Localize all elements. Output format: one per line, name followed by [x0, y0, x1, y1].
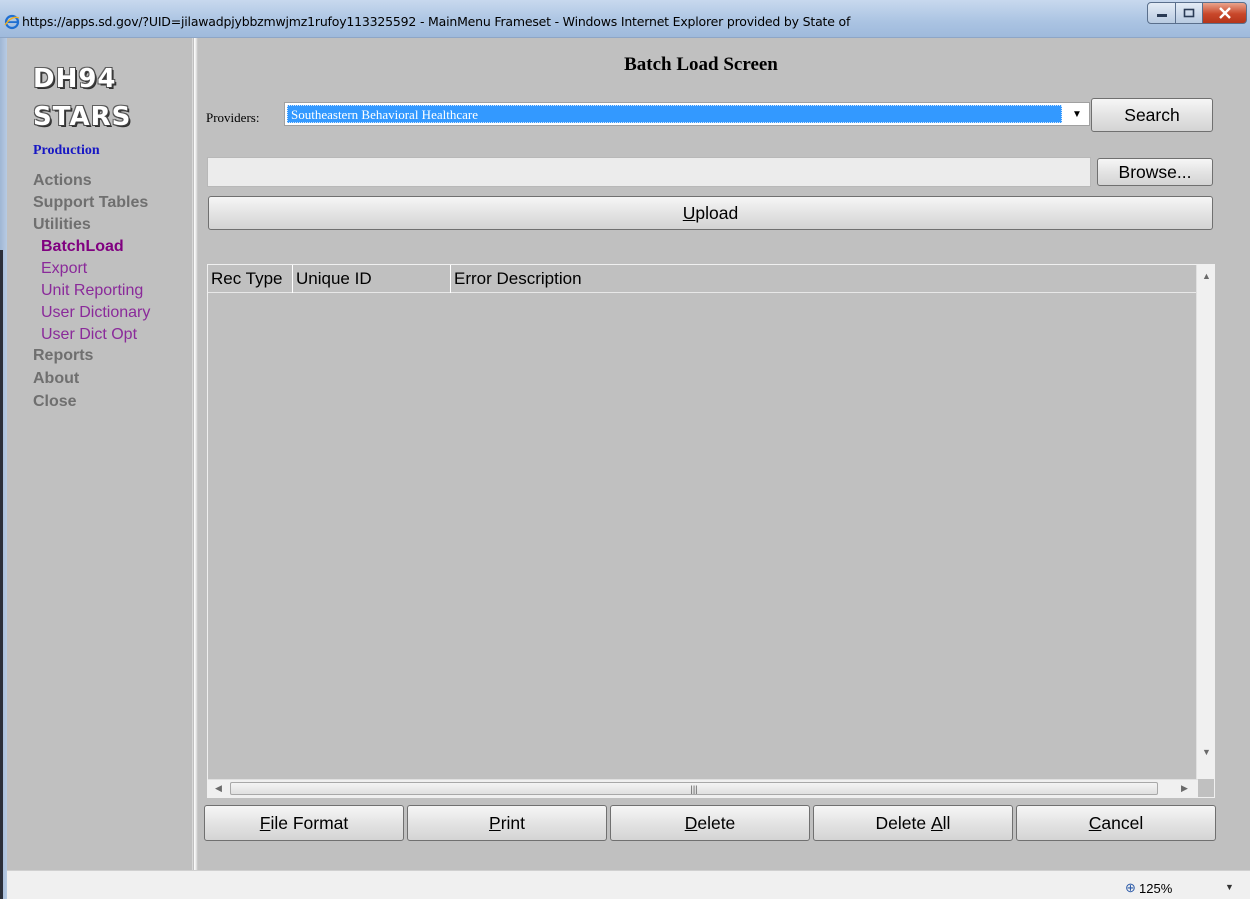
sidebar-item-utilities[interactable]: Utilities	[33, 216, 91, 234]
file-format-label: ile Format	[270, 812, 349, 833]
providers-label: Providers:	[206, 110, 260, 125]
delete-all-button[interactable]: Delete All	[813, 805, 1013, 841]
providers-dropdown[interactable]: Southeastern Behavioral Healthcare ▼	[284, 102, 1090, 126]
delete-all-mnemonic: A	[930, 812, 943, 833]
scroll-up-icon[interactable]: ▲	[1202, 271, 1211, 281]
print-mnemonic: P	[489, 812, 501, 833]
sidebar-item-user-dict-opt[interactable]: User Dict Opt	[41, 326, 137, 344]
chevron-down-icon[interactable]: ▼	[1069, 103, 1085, 125]
close-icon	[1218, 7, 1231, 19]
file-format-button[interactable]: File Format	[204, 805, 404, 841]
browser-window: https://apps.sd.gov/?UID=jilawadpjybbzmw…	[0, 0, 1250, 899]
sidebar-item-unit-reporting[interactable]: Unit Reporting	[41, 282, 143, 300]
upload-label: pload	[695, 202, 739, 223]
sidebar-item-reports[interactable]: Reports	[33, 347, 93, 365]
providers-selected-value: Southeastern Behavioral Healthcare	[287, 105, 1062, 123]
sidebar-item-user-dictionary[interactable]: User Dictionary	[41, 304, 150, 322]
logo-text-dh94: DH94	[33, 64, 117, 94]
zoom-icon[interactable]: ⊕	[1125, 880, 1136, 896]
zoom-level[interactable]: 125%	[1139, 881, 1172, 896]
cancel-button[interactable]: Cancel	[1016, 805, 1216, 841]
chevron-down-icon[interactable]: ▼	[1225, 882, 1234, 892]
window-title: https://apps.sd.gov/?UID=jilawadpjybbzmw…	[22, 14, 851, 29]
status-bar: ⊕ 125% ▼	[7, 870, 1250, 899]
page-title: Batch Load Screen	[624, 54, 778, 75]
search-button[interactable]: Search	[1091, 98, 1213, 132]
scroll-left-icon[interactable]: ◀	[215, 783, 222, 794]
column-header-rec-type[interactable]: Rec Type	[208, 265, 293, 293]
ie-icon	[4, 14, 20, 30]
cancel-mnemonic: C	[1088, 812, 1102, 833]
browse-button[interactable]: Browse...	[1097, 158, 1213, 186]
horizontal-scroll-thumb[interactable]: |||	[230, 782, 1158, 795]
delete-mnemonic: D	[684, 812, 698, 833]
delete-all-label-prefix: Delete	[875, 812, 931, 833]
sidebar-item-close[interactable]: Close	[33, 393, 77, 411]
grid-header: Rec Type Unique ID Error Description	[208, 265, 1196, 293]
cancel-label: ancel	[1101, 812, 1144, 833]
sidebar-item-support-tables[interactable]: Support Tables	[33, 194, 148, 212]
maximize-icon	[1183, 8, 1195, 18]
sidebar-item-export[interactable]: Export	[41, 260, 87, 278]
file-path-input[interactable]	[207, 157, 1091, 187]
logo-text-stars: STARS	[33, 102, 132, 132]
column-header-error-description[interactable]: Error Description	[451, 265, 1196, 293]
environment-label: Production	[33, 143, 100, 158]
delete-label: elete	[697, 812, 736, 833]
minimize-icon	[1156, 14, 1167, 17]
scroll-right-icon[interactable]: ▶	[1181, 783, 1188, 794]
main-panel: Batch Load Screen Providers: Southeaster…	[198, 38, 1250, 870]
client-area: DH94 STARS Production Actions Support Ta…	[7, 38, 1250, 870]
vertical-scrollbar[interactable]: ▲ ▼	[1196, 265, 1214, 779]
sidebar-item-about[interactable]: About	[33, 370, 79, 388]
print-button[interactable]: Print	[407, 805, 607, 841]
maximize-button[interactable]	[1176, 2, 1203, 24]
minimize-button[interactable]	[1147, 2, 1176, 24]
sidebar: DH94 STARS Production Actions Support Ta…	[7, 38, 193, 870]
horizontal-scrollbar[interactable]: ◀ ||| ▶	[208, 779, 1198, 797]
upload-mnemonic: U	[682, 202, 696, 223]
title-bar[interactable]: https://apps.sd.gov/?UID=jilawadpjybbzmw…	[0, 0, 1250, 38]
upload-button[interactable]: Upload	[208, 196, 1213, 230]
print-label: rint	[500, 812, 525, 833]
sidebar-item-batchload[interactable]: BatchLoad	[41, 238, 124, 256]
scroll-down-icon[interactable]: ▼	[1202, 747, 1211, 757]
error-grid[interactable]: Rec Type Unique ID Error Description ▲ ▼…	[207, 264, 1215, 798]
delete-button[interactable]: Delete	[610, 805, 810, 841]
window-left-shadow	[0, 250, 3, 899]
sidebar-item-actions[interactable]: Actions	[33, 172, 92, 190]
close-button[interactable]	[1203, 2, 1247, 24]
column-header-unique-id[interactable]: Unique ID	[293, 265, 451, 293]
file-format-mnemonic: F	[259, 812, 271, 833]
delete-all-label: ll	[942, 812, 951, 833]
